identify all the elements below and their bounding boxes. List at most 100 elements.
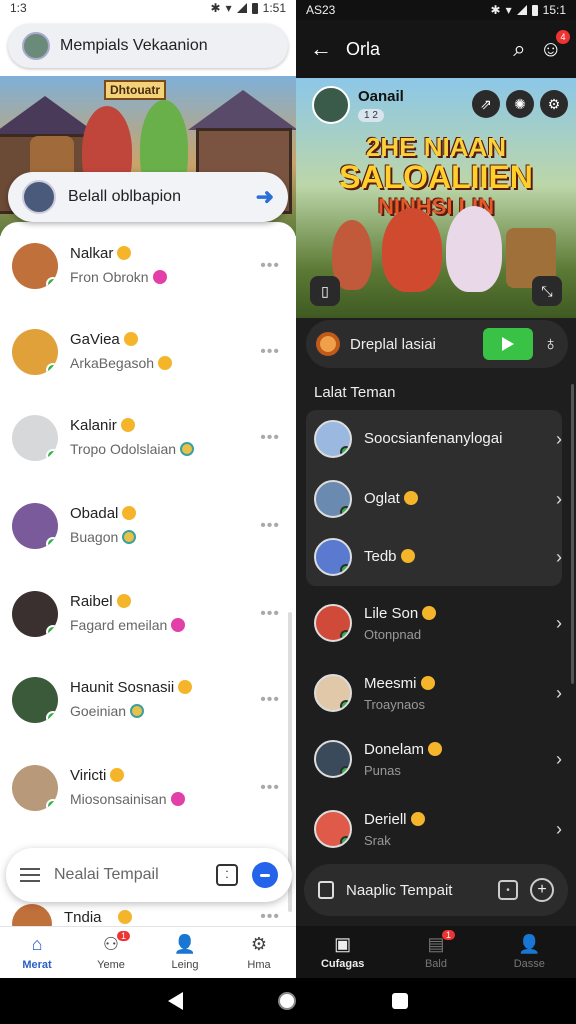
dice-icon[interactable]: • <box>498 880 518 900</box>
recents-icon[interactable] <box>392 993 409 1009</box>
send-arrow-icon[interactable]: ➜ <box>256 184 274 210</box>
back-icon[interactable] <box>167 992 183 1010</box>
nav-item-leing[interactable]: 👤 Leing <box>148 927 222 978</box>
more-options-icon[interactable]: ••• <box>260 691 280 709</box>
split-screen: 1:3 ✱ ▾ 1:51 Mempials Vekaanion Dhtouatr <box>0 0 576 1024</box>
chevron-right-icon[interactable]: › <box>556 429 562 450</box>
more-options-icon[interactable]: ••• <box>260 517 280 535</box>
door-icon[interactable]: ▯ <box>310 276 340 306</box>
dice-icon[interactable]: ⁚ <box>216 864 238 886</box>
more-options-icon[interactable]: ••• <box>260 605 280 623</box>
friend-item[interactable]: Donelam Punas › <box>314 736 562 782</box>
gear-icon[interactable]: ⚙ <box>540 90 568 118</box>
media-bar[interactable]: Dreplal lasiai ♁ <box>306 320 568 368</box>
more-options-icon[interactable]: ••• <box>260 779 280 797</box>
avatar <box>12 243 58 289</box>
emoji-icon <box>152 270 167 284</box>
nav-item-merat[interactable]: ⌂ Merat <box>0 927 74 978</box>
fullscreen-icon[interactable]: ⤡ <box>532 276 562 306</box>
emoji-icon <box>122 530 137 544</box>
chevron-right-icon[interactable]: › <box>556 613 562 634</box>
more-options-icon[interactable]: ••• <box>260 257 280 275</box>
profile-avatar[interactable] <box>22 32 50 60</box>
search-label: Mempials Vekaanion <box>60 37 208 54</box>
online-status-icon <box>340 506 350 516</box>
spinner-icon <box>316 332 340 356</box>
send-button[interactable] <box>252 862 278 888</box>
nav-item-yeme[interactable]: ⚇ Yeme 1 <box>74 927 148 978</box>
online-status-icon <box>46 799 58 811</box>
character-figure <box>446 206 502 292</box>
chat-name: Obadal <box>70 505 119 522</box>
chevron-right-icon[interactable]: › <box>556 683 562 704</box>
avatar <box>12 591 58 637</box>
compose-placeholder: Naaplic Tempait <box>346 881 453 899</box>
emoji-icon <box>170 792 185 806</box>
nav-badge: 1 <box>117 931 131 941</box>
signal-icon <box>516 5 527 15</box>
wifi-icon: ▾ <box>505 3 512 17</box>
chat-name: Viricti <box>70 767 107 784</box>
avatar <box>12 677 58 723</box>
more-options-icon[interactable]: ••• <box>260 908 280 926</box>
banner-sign: Dhtouatr <box>104 80 166 100</box>
friend-item[interactable]: Soocsianfenanylogai › <box>314 416 562 462</box>
friend-item[interactable]: Oglat › <box>314 476 562 522</box>
friend-name: Tedb <box>364 548 397 565</box>
conversation-label: Belall oblbapion <box>68 188 181 205</box>
emoji-icon <box>428 741 443 756</box>
emoji-icon <box>117 246 132 260</box>
friend-item[interactable]: Deriell Srak › <box>314 806 562 852</box>
home-button[interactable] <box>278 992 297 1010</box>
bug-icon[interactable]: ✺ <box>506 90 534 118</box>
emoji-icon <box>400 549 415 563</box>
friend-item[interactable]: Lile Son Otonpnad › <box>314 600 562 646</box>
avatar <box>314 674 352 712</box>
list-item[interactable]: Nalkar Fron Obrokn ••• <box>12 236 280 296</box>
scrollbar[interactable] <box>571 384 574 684</box>
emoji-icon <box>117 910 132 924</box>
chevron-right-icon[interactable]: › <box>556 489 562 510</box>
nav-item-cufagas[interactable]: ▣ Cufagas <box>296 926 389 978</box>
chevron-right-icon[interactable]: › <box>556 819 562 840</box>
nav-item-dasse[interactable]: 👤 Dasse <box>483 926 576 978</box>
online-status-icon <box>340 836 350 846</box>
bag-icon[interactable] <box>318 881 334 899</box>
lightbulb-icon[interactable]: ♁ <box>543 333 558 356</box>
compose-bar[interactable]: Naaplic Tempait • + <box>304 864 568 916</box>
compose-bar[interactable]: Nealai Tempail ⁚ <box>6 848 292 902</box>
menu-icon[interactable] <box>20 868 40 882</box>
list-item[interactable]: GaViea ArkaBegasoh ••• <box>12 322 280 382</box>
search-bar[interactable]: Mempials Vekaanion <box>8 24 288 68</box>
chevron-right-icon[interactable]: › <box>556 749 562 770</box>
game-banner-image[interactable]: Oanail 1 2 ⇗ ✺ ⚙ 2HE NIAAN SALOALIIEN NI… <box>296 78 576 318</box>
play-button[interactable] <box>483 328 533 360</box>
list-item[interactable]: Kalanir Tropo Odolslaian ••• <box>12 408 280 468</box>
nav-item-bald[interactable]: ▤ Bald 1 <box>389 926 482 978</box>
list-item[interactable]: Raibel Fagard emeilan ••• <box>12 584 280 644</box>
share-icon[interactable]: ⇗ <box>472 90 500 118</box>
search-icon[interactable]: ⌕ <box>513 36 525 62</box>
chevron-right-icon[interactable]: › <box>556 547 562 568</box>
friend-item[interactable]: Tedb › <box>314 534 562 580</box>
back-arrow-icon[interactable]: ← <box>310 36 332 62</box>
section-title: Lalat Teman <box>314 384 396 401</box>
online-status-icon <box>46 711 58 723</box>
banner-profile[interactable]: Oanail 1 2 <box>312 86 404 124</box>
list-item[interactable]: Tndia ••• <box>12 904 280 944</box>
more-options-icon[interactable]: ••• <box>260 429 280 447</box>
more-options-icon[interactable]: ••• <box>260 343 280 361</box>
nav-label: Cufagas <box>320 958 365 970</box>
add-icon[interactable]: + <box>530 878 554 902</box>
top-app-bar: ← Orla ⌕ ☺ 4 <box>296 20 576 78</box>
status-time: AS23 <box>306 3 336 17</box>
list-item[interactable]: Obadal Buagon ••• <box>12 496 280 556</box>
list-item[interactable]: Haunit Sosnasii Goeinian ••• <box>12 670 280 730</box>
add-person-icon[interactable]: ☺ 4 <box>540 30 570 62</box>
profile-tag: 1 2 <box>358 108 384 122</box>
nav-item-hma[interactable]: ⚙ Hma <box>222 927 296 978</box>
list-item[interactable]: Viricti Miosonsainisan ••• <box>12 758 280 818</box>
friend-name: Lile Son <box>364 604 419 622</box>
friend-item[interactable]: Meesmi Troaynaos › <box>314 670 562 716</box>
conversation-pill[interactable]: Belall oblbapion ➜ <box>8 172 288 222</box>
